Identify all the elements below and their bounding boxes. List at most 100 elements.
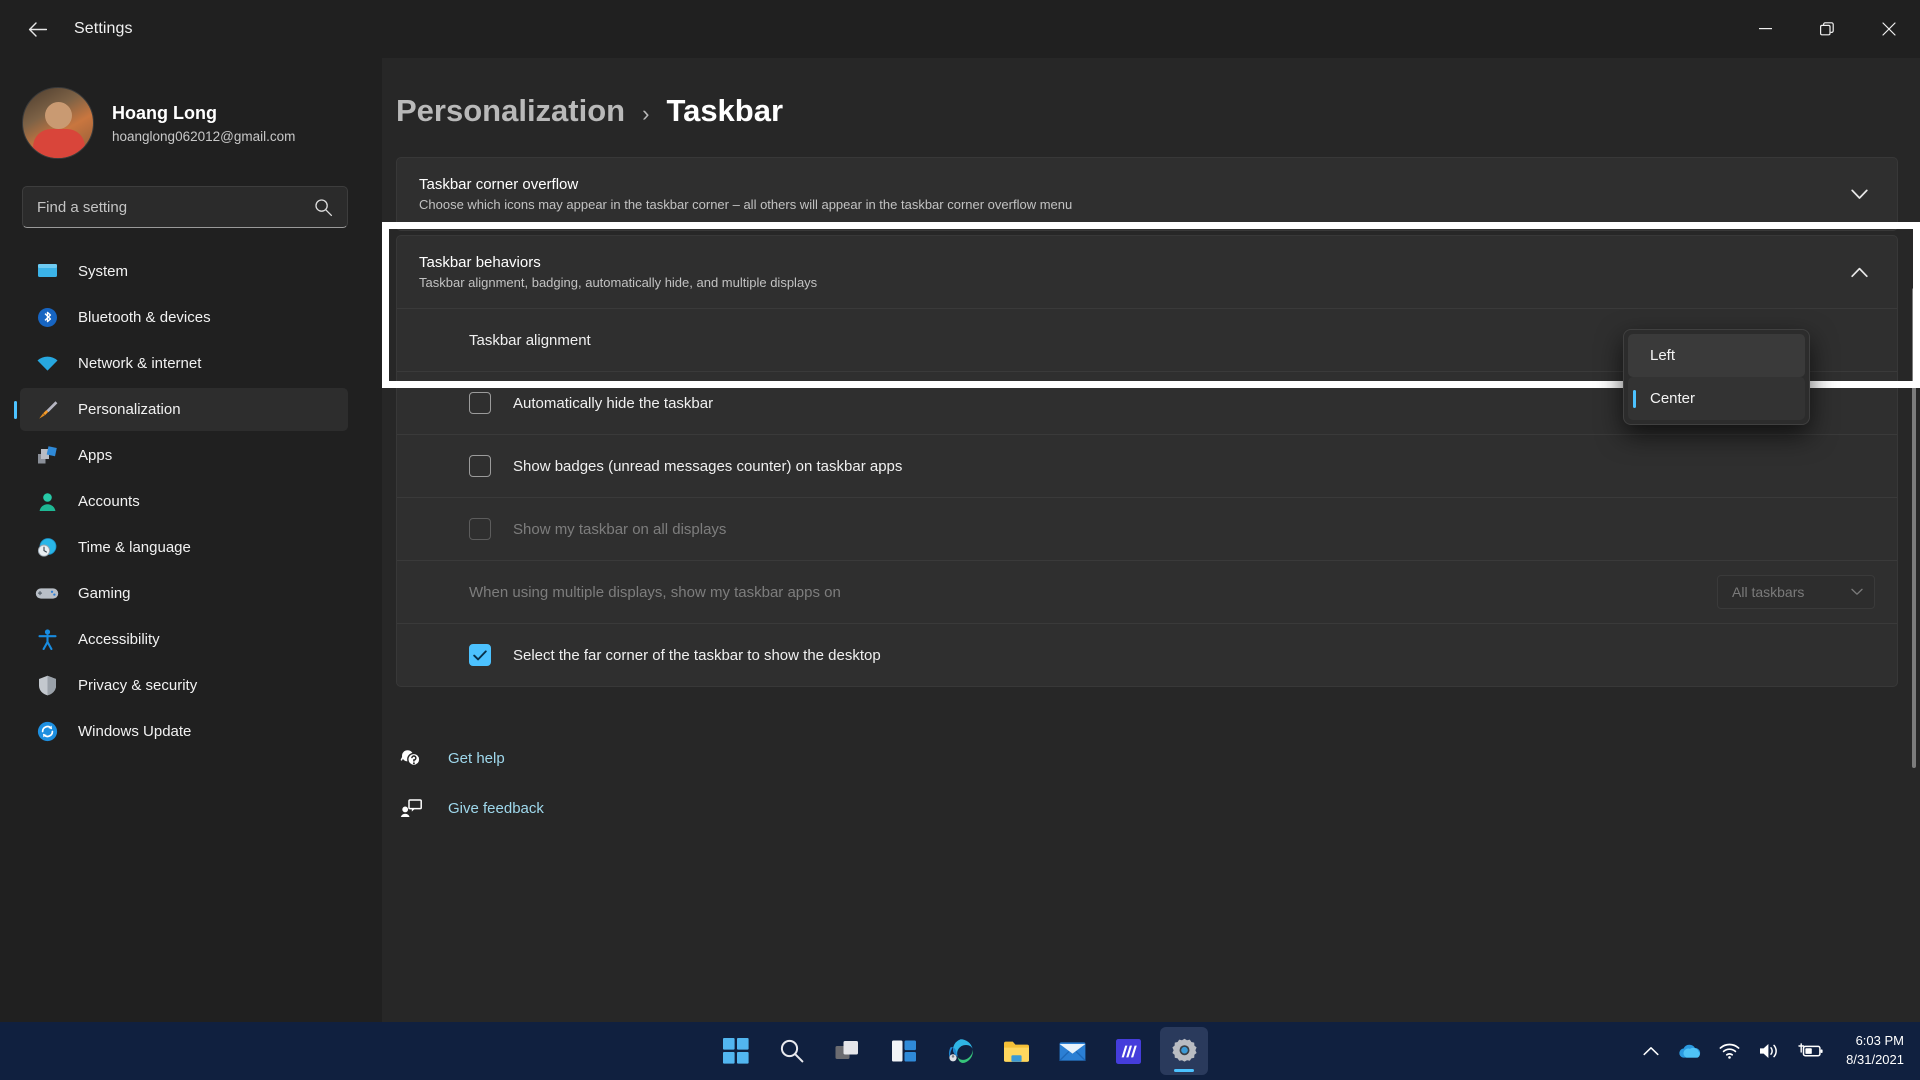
sidebar-item-label: Windows Update [78, 723, 192, 740]
battery-tray-icon[interactable] [1798, 1043, 1824, 1059]
sidebar-item-system[interactable]: System [20, 250, 348, 293]
breadcrumb-parent[interactable]: Personalization [396, 93, 625, 129]
search-button[interactable] [768, 1027, 816, 1075]
sidebar-nav: System Bluetooth & devices Network & int… [0, 250, 382, 753]
sidebar-item-windows-update[interactable]: Windows Update [20, 710, 348, 753]
give-feedback-link[interactable]: Give feedback [396, 783, 1898, 833]
avatar [22, 87, 94, 159]
sidebar-item-label: Accounts [78, 493, 140, 510]
bluetooth-icon [34, 307, 60, 328]
folder-icon [1003, 1041, 1029, 1062]
sidebar-item-label: Time & language [78, 539, 191, 556]
scrollbar[interactable] [1912, 288, 1916, 768]
sidebar-item-label: Personalization [78, 401, 181, 418]
shield-icon [34, 675, 60, 696]
arrow-left-icon [28, 21, 47, 37]
card-title: Taskbar corner overflow [419, 176, 579, 193]
dropdown-value: All taskbars [1732, 584, 1805, 600]
wifi-icon [34, 355, 60, 372]
windows-logo-icon [723, 1038, 749, 1064]
maximize-button[interactable] [1796, 0, 1858, 58]
volume-tray-icon[interactable] [1758, 1042, 1780, 1060]
settings-window: Settings Hoang Long hoanglong062012@gmai… [0, 0, 1920, 1080]
profile-email: hoanglong062012@gmail.com [112, 128, 296, 144]
dropdown-multiple-displays: All taskbars [1717, 575, 1875, 609]
feedback-icon [396, 798, 426, 818]
row-show-badges[interactable]: Show badges (unread messages counter) on… [397, 434, 1897, 497]
clock[interactable]: 6:03 PM 8/31/2021 [1846, 1032, 1904, 1070]
sidebar-item-label: Network & internet [78, 355, 202, 372]
breadcrumb: Personalization › Taskbar [382, 58, 1920, 129]
card-taskbar-behaviors[interactable]: Taskbar behaviors Taskbar alignment, bad… [396, 235, 1898, 687]
dropdown-option-left[interactable]: Left [1628, 334, 1805, 377]
breadcrumb-separator-icon: › [642, 101, 650, 126]
widgets-button[interactable] [880, 1027, 928, 1075]
taskbar-alignment-dropdown[interactable]: Left Center [1623, 329, 1810, 425]
card-title: Taskbar behaviors [419, 254, 541, 271]
sidebar-item-apps[interactable]: Apps [20, 434, 348, 477]
search-icon [780, 1039, 804, 1063]
close-button[interactable] [1858, 0, 1920, 58]
row-far-corner-show-desktop[interactable]: Select the far corner of the taskbar to … [397, 623, 1897, 686]
app-button[interactable] [1104, 1027, 1152, 1075]
get-help-link[interactable]: Get help [396, 733, 1898, 783]
card-header[interactable]: Taskbar corner overflow Choose which ico… [397, 158, 1897, 230]
settings-button[interactable] [1160, 1027, 1208, 1075]
wifi-tray-icon[interactable] [1719, 1043, 1740, 1059]
helper-label: Get help [448, 749, 505, 767]
dropdown-option-center[interactable]: Center [1628, 377, 1805, 420]
monitor-icon [34, 263, 60, 280]
windows-taskbar: 6:03 PM 8/31/2021 [0, 1022, 1920, 1080]
sidebar-item-network[interactable]: Network & internet [20, 342, 348, 385]
card-texts: Taskbar corner overflow Choose which ico… [419, 176, 1843, 212]
clock-date: 8/31/2021 [1846, 1052, 1904, 1067]
card-header[interactable]: Taskbar behaviors Taskbar alignment, bad… [397, 236, 1897, 308]
checkbox-show-badges[interactable] [469, 455, 491, 477]
helper-links: Get help Give feedback [396, 733, 1898, 833]
row-multiple-displays-apps: When using multiple displays, show my ta… [397, 560, 1897, 623]
user-profile[interactable]: Hoang Long hoanglong062012@gmail.com [0, 68, 382, 164]
update-icon [34, 721, 60, 742]
checkbox-auto-hide[interactable] [469, 392, 491, 414]
chevron-down-icon[interactable] [1843, 178, 1875, 210]
edge-button[interactable] [936, 1027, 984, 1075]
task-view-button[interactable] [824, 1027, 872, 1075]
paintbrush-icon [34, 399, 60, 421]
edge-icon [948, 1038, 973, 1063]
chevron-up-icon[interactable] [1843, 256, 1875, 288]
gear-icon [1171, 1038, 1197, 1062]
window-title: Settings [74, 20, 133, 37]
card-taskbar-corner-overflow[interactable]: Taskbar corner overflow Choose which ico… [396, 157, 1898, 231]
page-title: Taskbar [666, 93, 784, 128]
minimize-button[interactable] [1734, 0, 1796, 58]
window-controls [1734, 0, 1920, 58]
back-button[interactable] [14, 11, 60, 47]
card-subtitle: Choose which icons may appear in the tas… [419, 197, 1073, 212]
sidebar-item-accounts[interactable]: Accounts [20, 480, 348, 523]
sidebar-item-time-language[interactable]: Time & language [20, 526, 348, 569]
sidebar-item-gaming[interactable]: Gaming [20, 572, 348, 615]
sidebar-item-privacy[interactable]: Privacy & security [20, 664, 348, 707]
file-explorer-button[interactable] [992, 1027, 1040, 1075]
onedrive-tray-icon[interactable] [1677, 1043, 1701, 1059]
apps-icon [34, 445, 60, 466]
checkbox-far-corner[interactable] [469, 644, 491, 666]
dropdown-option-label: Left [1650, 347, 1676, 364]
sidebar-item-bluetooth[interactable]: Bluetooth & devices [20, 296, 348, 339]
start-button[interactable] [712, 1027, 760, 1075]
sidebar-item-personalization[interactable]: Personalization [20, 388, 348, 431]
search-box[interactable] [22, 186, 348, 228]
minimize-icon [1758, 28, 1772, 30]
search-input[interactable] [23, 198, 314, 216]
card-texts: Taskbar behaviors Taskbar alignment, bad… [419, 254, 1843, 290]
tray-overflow-button[interactable] [1643, 1046, 1659, 1056]
sidebar-item-accessibility[interactable]: Accessibility [20, 618, 348, 661]
sidebar-item-label: Bluetooth & devices [78, 309, 211, 326]
main-content: Personalization › Taskbar Taskbar corner… [382, 58, 1920, 1022]
title-bar: Settings [0, 0, 1920, 58]
helper-label: Give feedback [448, 799, 544, 817]
accessibility-icon [34, 629, 60, 650]
mail-button[interactable] [1048, 1027, 1096, 1075]
chevron-up-icon [1643, 1047, 1659, 1056]
row-show-on-all-displays: Show my taskbar on all displays [397, 497, 1897, 560]
